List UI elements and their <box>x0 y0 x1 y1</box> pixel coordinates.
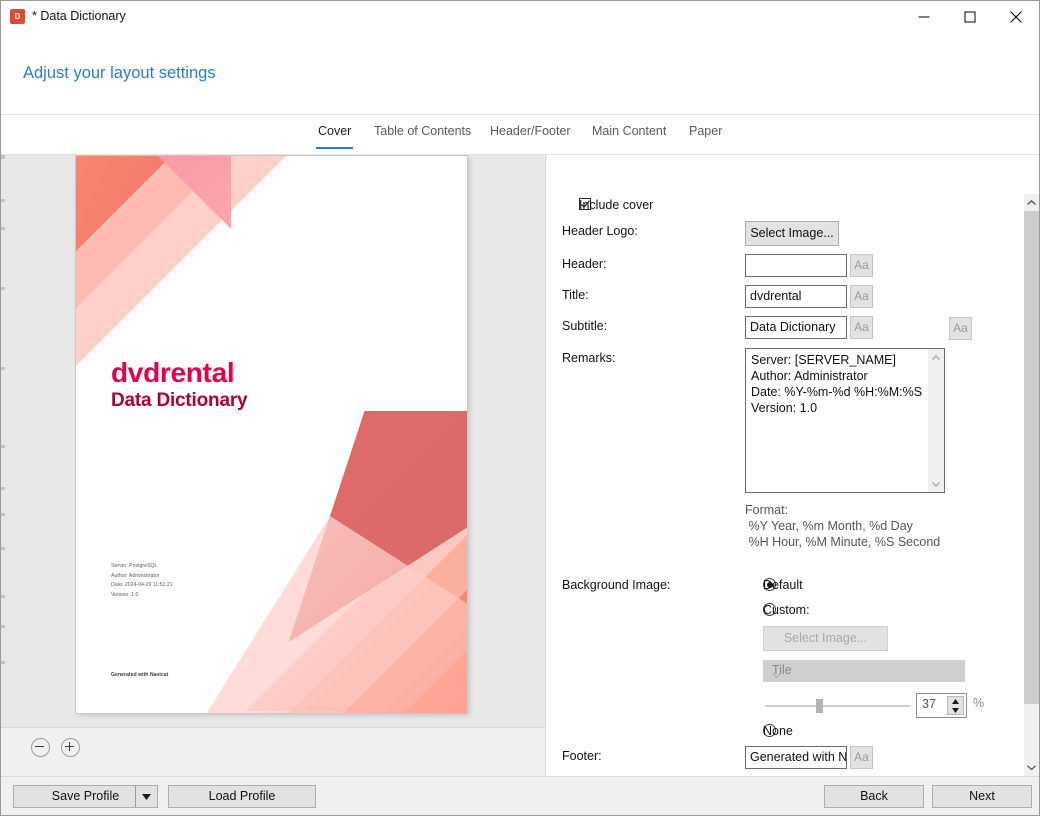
load-profile-button[interactable]: Load Profile <box>168 785 316 808</box>
title-bar: D * Data Dictionary <box>1 1 1039 32</box>
settings-vertical-scrollbar[interactable] <box>1024 194 1039 776</box>
header-label: Header: <box>562 257 606 271</box>
minimize-icon[interactable] <box>901 1 947 32</box>
next-button[interactable]: Next <box>932 785 1032 808</box>
chevron-up-icon[interactable] <box>1024 194 1039 211</box>
zoom-toolbar: Whole Page <box>1 727 546 776</box>
tab-header-footer[interactable]: Header/Footer <box>488 115 573 154</box>
back-button[interactable]: Back <box>824 785 924 808</box>
subtitle-font-button[interactable]: Aa <box>850 316 873 339</box>
title-font-button[interactable]: Aa <box>850 285 873 308</box>
save-profile-label: Save Profile <box>52 789 119 803</box>
save-profile-button[interactable]: Save Profile <box>13 785 158 808</box>
background-none-label: None <box>763 724 793 738</box>
slider-track <box>765 705 910 707</box>
spinner-up-icon[interactable] <box>948 697 963 706</box>
tab-cover[interactable]: Cover <box>316 115 353 154</box>
remarks-font-button[interactable]: Aa <box>949 317 972 340</box>
remarks-label: Remarks: <box>562 351 615 365</box>
background-default-label: Default <box>763 578 803 592</box>
background-opacity-value: 37 <box>922 697 936 711</box>
background-image-label: Background Image: <box>562 578 670 592</box>
data-dictionary-window: D * Data Dictionary Adjust your layout s… <box>0 0 1040 816</box>
page-title: Adjust your layout settings <box>23 64 216 83</box>
title-input[interactable]: dvdrental <box>745 285 847 308</box>
background-custom-select-image-button[interactable]: Select Image... <box>763 626 888 651</box>
cover-subtitle: Data Dictionary <box>111 391 247 410</box>
background-tile-mode-select[interactable]: Tile <box>763 660 965 682</box>
tab-bar: Cover Table of Contents Header/Footer Ma… <box>1 115 1039 155</box>
spinner-down-icon[interactable] <box>948 706 963 715</box>
close-icon[interactable] <box>993 1 1039 32</box>
spinner-arrows <box>947 696 964 715</box>
subtitle-input[interactable]: Data Dictionary <box>745 316 847 339</box>
title-label: Title: <box>562 288 589 302</box>
cover-generated-with: Generated with Navicat <box>111 672 168 678</box>
bottom-toolbar: Save Profile Load Profile Back Next <box>1 776 1039 815</box>
tab-table-of-contents[interactable]: Table of Contents <box>372 115 473 154</box>
chevron-up-icon[interactable] <box>928 349 944 365</box>
footer-label: Footer: <box>562 749 602 763</box>
zoom-out-icon[interactable] <box>31 738 50 757</box>
settings-pane: Include cover Header Logo: Select Image.… <box>547 155 1017 776</box>
tab-main-content[interactable]: Main Content <box>590 115 668 154</box>
slider-thumb[interactable] <box>816 699 823 713</box>
scrollbar-thumb[interactable] <box>1024 211 1039 704</box>
footer-font-button[interactable]: Aa <box>850 746 873 769</box>
header-font-button[interactable]: Aa <box>850 254 873 277</box>
cover-title: dvdrental <box>111 359 234 387</box>
subtitle-label: Subtitle: <box>562 319 607 333</box>
background-opacity-slider[interactable] <box>765 699 910 713</box>
preview-vertical-scrollbar[interactable] <box>1 155 5 727</box>
footer-input[interactable]: Generated with N <box>745 746 847 769</box>
remarks-format-hint: Format: %Y Year, %m Month, %d Day %H Hou… <box>745 502 940 550</box>
header-logo-select-image-button[interactable]: Select Image... <box>745 221 839 246</box>
cover-meta: Server: PostgreSQL Author: Administrator… <box>111 562 173 601</box>
cover-preview-pane: dvdrental Data Dictionary Server: Postgr… <box>1 155 546 727</box>
zoom-in-icon[interactable] <box>61 738 80 757</box>
background-custom-label: Custom: <box>763 603 810 617</box>
chevron-down-icon[interactable] <box>1024 759 1039 776</box>
app-icon: D <box>10 9 25 24</box>
header-logo-label: Header Logo: <box>562 224 638 238</box>
chevron-down-icon <box>772 668 956 682</box>
include-cover-label: Include cover <box>579 198 653 212</box>
window-title: * Data Dictionary <box>32 9 126 23</box>
cover-page[interactable]: dvdrental Data Dictionary Server: Postgr… <box>76 156 467 713</box>
save-profile-dropdown-icon[interactable] <box>135 786 157 807</box>
remarks-textarea[interactable]: Server: [SERVER_NAME] Author: Administra… <box>745 348 945 493</box>
background-opacity-spinner[interactable]: 37 <box>916 693 967 718</box>
maximize-icon[interactable] <box>947 1 993 32</box>
remarks-scrollbar[interactable] <box>928 349 944 492</box>
chevron-down-icon[interactable] <box>928 476 944 492</box>
header-input[interactable] <box>745 254 847 277</box>
background-opacity-unit: % <box>973 696 984 710</box>
tab-paper[interactable]: Paper <box>687 115 724 154</box>
